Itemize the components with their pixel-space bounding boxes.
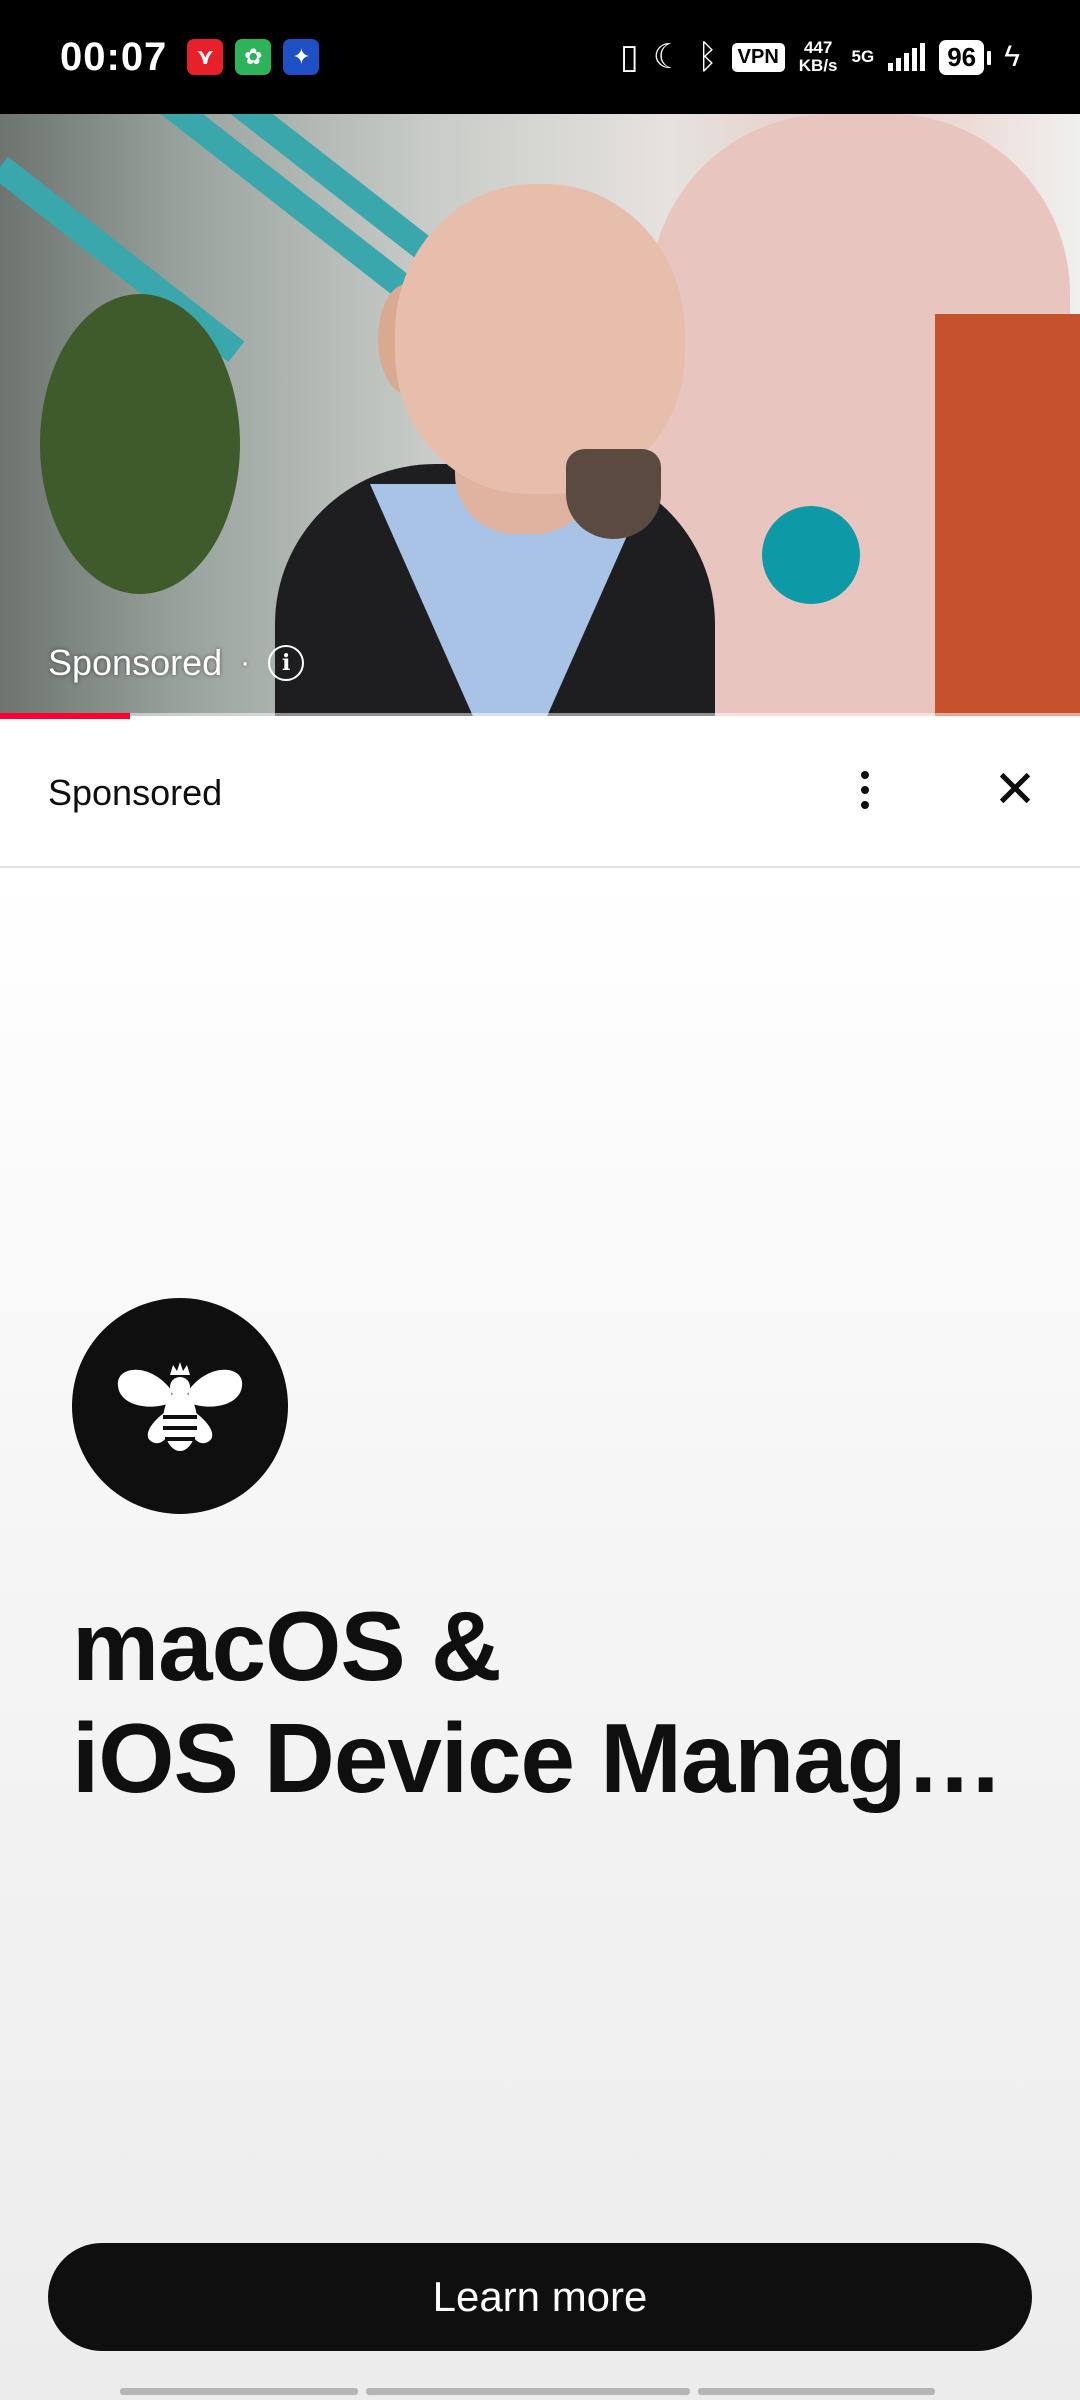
app-notification-blue-icon: ✦ <box>283 39 320 75</box>
network-speed-value: 447 <box>803 38 833 57</box>
page-indicator <box>120 2388 358 2395</box>
separator-dot: · <box>240 646 251 679</box>
ad-headline-line: macOS & <box>72 1591 502 1701</box>
network-speed-unit: KB/s <box>798 56 838 75</box>
charging-icon: ϟ <box>1004 40 1020 73</box>
signal-strength-icon <box>888 43 926 71</box>
learn-more-button[interactable]: Learn more <box>48 2243 1032 2351</box>
app-notification-red-icon: ⋎ <box>187 39 224 75</box>
background-panel <box>935 314 1080 716</box>
network-speed: 447 KB/s <box>799 39 838 75</box>
ad-panel: macOS & iOS Device Management Learn more <box>0 870 1080 2400</box>
ad-headline-line: iOS Device Management <box>72 1703 1032 1813</box>
status-bar: 00:07 ⋎ ✿ ✦ ▯ ☾ ᛒ VPN 447 KB/s 5G 96 ϟ <box>0 0 1080 114</box>
advertiser-logo[interactable] <box>72 1298 288 1514</box>
page-indicator <box>365 2388 690 2395</box>
video-progress-fill <box>0 713 130 719</box>
do-not-disturb-icon: ☾ <box>652 38 684 76</box>
bee-icon <box>117 1362 243 1451</box>
video-sponsored-row: Sponsored · i <box>48 642 305 684</box>
more-dot-icon <box>861 771 869 779</box>
ad-header: Sponsored ✕ <box>0 720 1080 868</box>
network-type: 5G <box>851 47 875 66</box>
notification-icons: ⋎ ✿ ✦ <box>187 39 320 75</box>
battery-level: 96 <box>939 39 992 75</box>
page-indicator <box>697 2388 936 2395</box>
presenter-beard <box>566 449 661 539</box>
status-time: 00:07 <box>60 34 168 79</box>
more-options-button[interactable] <box>845 760 885 820</box>
ad-video-player[interactable] <box>0 114 1080 716</box>
app-notification-green-icon: ✿ <box>235 39 272 75</box>
vpn-badge: VPN <box>731 42 785 72</box>
more-dot-icon <box>861 801 869 809</box>
background-circle <box>762 506 860 604</box>
page-indicators <box>120 2388 936 2395</box>
ad-sponsored-label: Sponsored <box>48 772 223 813</box>
bluetooth-icon: ᛒ <box>697 37 718 76</box>
video-progress-bar[interactable] <box>0 713 1080 719</box>
close-button[interactable]: ✕ <box>985 760 1045 820</box>
more-dot-icon <box>861 786 869 794</box>
info-icon[interactable]: i <box>268 645 305 681</box>
vibrate-icon: ▯ <box>620 38 639 76</box>
video-sponsored-label: Sponsored <box>48 642 223 683</box>
status-indicators: ▯ ☾ ᛒ VPN 447 KB/s 5G 96 ϟ <box>620 37 1020 77</box>
background-plant <box>40 294 240 594</box>
ad-headline[interactable]: macOS & iOS Device Management <box>72 1590 1032 1814</box>
presenter-head <box>395 184 685 494</box>
